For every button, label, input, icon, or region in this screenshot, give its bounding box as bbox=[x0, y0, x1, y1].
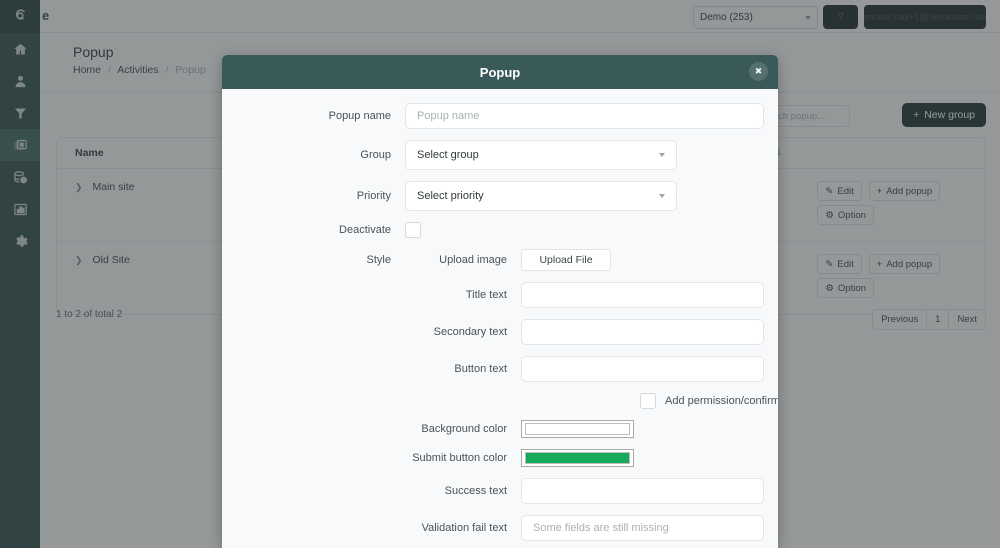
upload-file-button[interactable]: Upload File bbox=[521, 249, 611, 271]
chevron-down-icon bbox=[659, 153, 665, 157]
background-color-input[interactable] bbox=[521, 420, 634, 438]
deactivate-checkbox[interactable] bbox=[405, 222, 421, 238]
field-validation-fail-text: Validation fail text bbox=[222, 515, 778, 541]
secondary-text-label: Secondary text bbox=[433, 326, 507, 338]
success-text-input[interactable] bbox=[521, 478, 764, 504]
priority-label: Priority bbox=[356, 190, 391, 202]
field-submit-button-color: Submit button color bbox=[222, 449, 778, 467]
field-permission-text: Add permission/confirmation text bbox=[222, 393, 778, 409]
permission-label: Add permission/confirmation text bbox=[665, 395, 778, 407]
success-text-label: Success text bbox=[444, 485, 507, 497]
field-deactivate: Deactivate bbox=[222, 222, 778, 238]
field-button-text: Button text bbox=[222, 356, 778, 382]
popup-name-input[interactable] bbox=[405, 103, 764, 129]
field-background-color: Background color bbox=[222, 420, 778, 438]
field-priority: Priority Select priority bbox=[222, 181, 778, 211]
app-root: e Demo (253) ? jennifer.hall+1@herobase.… bbox=[0, 0, 1000, 548]
field-success-text: Success text bbox=[222, 478, 778, 504]
priority-select-value: Select priority bbox=[417, 190, 484, 202]
permission-checkbox[interactable] bbox=[640, 393, 656, 409]
title-text-label: Title text bbox=[465, 289, 507, 301]
upload-image-label: Upload image bbox=[439, 254, 507, 266]
modal-body: Popup name Group Select group Priority bbox=[222, 89, 778, 548]
button-text-label: Button text bbox=[454, 363, 507, 375]
submit-button-color-input[interactable] bbox=[521, 449, 634, 467]
secondary-text-input[interactable] bbox=[521, 319, 764, 345]
background-color-swatch bbox=[525, 423, 630, 435]
popup-name-label: Popup name bbox=[328, 110, 391, 122]
field-group: Group Select group bbox=[222, 140, 778, 170]
validation-fail-input[interactable] bbox=[521, 515, 764, 541]
popup-modal: Popup ✖ Popup name Group Select group bbox=[222, 55, 778, 548]
close-icon[interactable]: ✖ bbox=[749, 62, 768, 81]
field-popup-name: Popup name bbox=[222, 103, 778, 129]
chevron-down-icon bbox=[659, 194, 665, 198]
group-select[interactable]: Select group bbox=[405, 140, 677, 170]
field-secondary-text: Secondary text bbox=[222, 319, 778, 345]
validation-fail-label: Validation fail text bbox=[421, 522, 507, 534]
background-color-label: Background color bbox=[421, 423, 507, 435]
field-title-text: Title text bbox=[222, 282, 778, 308]
modal-header: Popup ✖ bbox=[222, 55, 778, 89]
priority-select[interactable]: Select priority bbox=[405, 181, 677, 211]
modal-title: Popup bbox=[479, 64, 521, 80]
deactivate-label: Deactivate bbox=[339, 224, 391, 236]
button-text-input[interactable] bbox=[521, 356, 764, 382]
group-select-value: Select group bbox=[417, 149, 479, 161]
submit-button-color-label: Submit button color bbox=[412, 452, 507, 464]
style-label: Style bbox=[366, 254, 391, 266]
field-upload-image: Style Upload image Upload File bbox=[222, 249, 778, 271]
submit-button-color-swatch bbox=[525, 452, 630, 464]
group-label: Group bbox=[360, 149, 391, 161]
title-text-input[interactable] bbox=[521, 282, 764, 308]
